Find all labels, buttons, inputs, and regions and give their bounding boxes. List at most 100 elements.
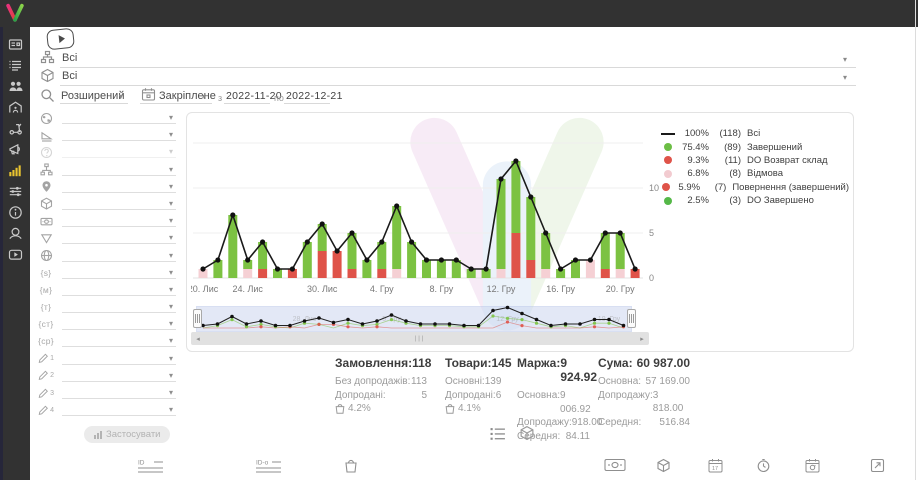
period-mode-caret-icon[interactable]: ▾ [202, 92, 206, 101]
stat-header-value: 145 [492, 356, 512, 370]
search-mode-select[interactable]: Розширений [61, 90, 124, 102]
filter-row-11: {м}▾ [36, 282, 176, 299]
export-report-icon[interactable] [870, 458, 885, 473]
summary-list-toggle-icon[interactable] [490, 426, 506, 442]
scroll-left-arrow-icon[interactable]: ◂ [191, 335, 205, 343]
filter-select-caret-icon[interactable]: ▾ [169, 302, 173, 311]
filter-select[interactable] [62, 140, 176, 141]
filter-select[interactable] [62, 175, 176, 176]
sidebar-item-clients[interactable] [0, 76, 30, 97]
filter-select[interactable] [62, 226, 176, 227]
filter-select-caret-icon[interactable]: ▾ [169, 130, 173, 139]
legend-item-2[interactable]: 75.4%(89)Завершений [659, 140, 849, 153]
scrollbar-grip[interactable]: ||| [415, 336, 426, 342]
legend-item-5[interactable]: 5.9%(7)Повернення (завершений) [659, 181, 849, 194]
filter-select-caret-icon[interactable]: ▾ [169, 268, 173, 277]
stat-subrow: Без допродажів:113 [335, 375, 427, 389]
sidebar-item-settings-sliders[interactable] [0, 181, 30, 202]
filter-select[interactable] [62, 261, 176, 262]
stat-header-label: Товари: [445, 356, 492, 370]
division-select[interactable]: Всі [62, 52, 77, 64]
filter-select[interactable] [62, 364, 176, 365]
date-to-field[interactable]: 2022-12-21 [286, 90, 343, 102]
scroll-right-arrow-icon[interactable]: ▸ [635, 335, 649, 343]
product-select[interactable]: Всі [62, 70, 77, 82]
stat-subrow-value: 84.11 [566, 430, 590, 444]
minimap-right-handle[interactable] [627, 309, 636, 328]
sidebar-item-info[interactable] [0, 202, 30, 223]
sidebar-item-analytics-bars[interactable] [0, 160, 30, 181]
minimap-left-handle[interactable] [193, 309, 202, 328]
sidebar [0, 27, 30, 480]
app-logo-icon[interactable] [4, 2, 26, 24]
filter-select[interactable] [62, 295, 176, 296]
package-report-icon[interactable] [656, 458, 671, 473]
search-mode-caret-icon[interactable]: ▾ [119, 92, 123, 101]
money-report-icon[interactable] [604, 458, 626, 472]
filter-select[interactable] [62, 278, 176, 279]
filter-select[interactable] [62, 329, 176, 330]
filter-select[interactable] [62, 415, 176, 416]
legend-item-4[interactable]: 6.8%(8)Відмова [659, 167, 849, 180]
filter-select[interactable] [62, 123, 176, 124]
chart-minimap[interactable]: 28. Лис5. Гру12. Гру19. Гру [193, 305, 649, 331]
period-mode-select[interactable]: Закріплене [159, 90, 216, 102]
filter-select[interactable] [62, 192, 176, 193]
orders-id-o-report-icon[interactable]: ID-o [256, 458, 282, 475]
bag-report-icon[interactable] [344, 458, 358, 473]
filter-select[interactable] [62, 157, 176, 158]
filter-select[interactable] [62, 398, 176, 399]
sidebar-item-dashboard-card[interactable] [0, 34, 30, 55]
filter-select-caret-icon[interactable]: ▾ [169, 336, 173, 345]
legend-item-6[interactable]: 2.5%(3)DO Завершено [659, 194, 849, 207]
brace-icon: {ст} [38, 317, 54, 331]
sidebar-item-announcement-megaphone[interactable] [0, 139, 30, 160]
filter-row-7: ▾ [36, 213, 176, 230]
orders-list-icon [8, 58, 23, 73]
stat-header: Замовлення:118 [335, 356, 427, 370]
filter-select[interactable] [62, 381, 176, 382]
sidebar-item-video-tutorials[interactable] [0, 244, 30, 265]
pencil-icon: 2 [38, 369, 54, 383]
filter-select-caret-icon[interactable]: ▾ [169, 354, 173, 363]
filter-select-caret-icon[interactable]: ▾ [169, 113, 173, 122]
filter-select-caret-icon[interactable]: ▾ [169, 388, 173, 397]
filter-select[interactable] [62, 346, 176, 347]
filter-select-caret-icon[interactable]: ▾ [169, 216, 173, 225]
orders-id-report-icon[interactable]: ID [138, 458, 164, 475]
website-globe-icon [38, 249, 54, 263]
filter-select-caret-icon[interactable]: ▾ [169, 182, 173, 191]
product-caret-icon[interactable]: ▾ [843, 73, 847, 82]
filter-select-caret-icon[interactable]: ▾ [169, 251, 173, 260]
filter-select-caret-icon[interactable]: ▾ [169, 233, 173, 242]
products-cube-toggle-icon[interactable] [519, 425, 535, 441]
calendar-icon [141, 87, 156, 102]
calendar-sync-report-icon[interactable] [805, 458, 820, 473]
filter-select-caret-icon[interactable]: ▾ [169, 405, 173, 414]
filter-select-caret-icon[interactable]: ▾ [169, 165, 173, 174]
sidebar-item-orders-list[interactable] [0, 55, 30, 76]
filter-select-caret-icon[interactable]: ▾ [169, 199, 173, 208]
structure-sitemap-icon [38, 163, 54, 177]
time-report-icon[interactable] [756, 458, 771, 473]
division-caret-icon[interactable]: ▾ [843, 55, 847, 64]
sidebar-item-warehouse[interactable] [0, 97, 30, 118]
calendar-17-report-icon[interactable]: 17 [708, 458, 723, 473]
legend-item-1[interactable]: 100%(118)Всі [659, 127, 849, 140]
filter-select[interactable] [62, 312, 176, 313]
apply-button[interactable]: Застосувати [84, 426, 170, 443]
sidebar-item-partners-globe[interactable] [0, 223, 30, 244]
filter-select-caret-icon[interactable]: ▾ [169, 147, 173, 156]
filter-select[interactable] [62, 209, 176, 210]
filter-select[interactable] [62, 243, 176, 244]
stat-subrow: Середня:516.84 [598, 416, 690, 430]
filter-select-caret-icon[interactable]: ▾ [169, 319, 173, 328]
chart-scrollbar[interactable]: ◂ ||| ▸ [191, 332, 649, 345]
stat-subrow: Допродажу:3 818.00 [598, 389, 690, 416]
sidebar-item-delivery-scooter[interactable] [0, 118, 30, 139]
orders-chart[interactable]: 051020. Лис24. Лис30. Лис4. Гру8. Гру12.… [191, 119, 661, 299]
filter-select-caret-icon[interactable]: ▾ [169, 371, 173, 380]
filter-select-caret-icon[interactable]: ▾ [169, 285, 173, 294]
video-help-icon[interactable] [46, 28, 75, 51]
legend-item-3[interactable]: 9.3%(11)DO Возврат склад [659, 154, 849, 167]
